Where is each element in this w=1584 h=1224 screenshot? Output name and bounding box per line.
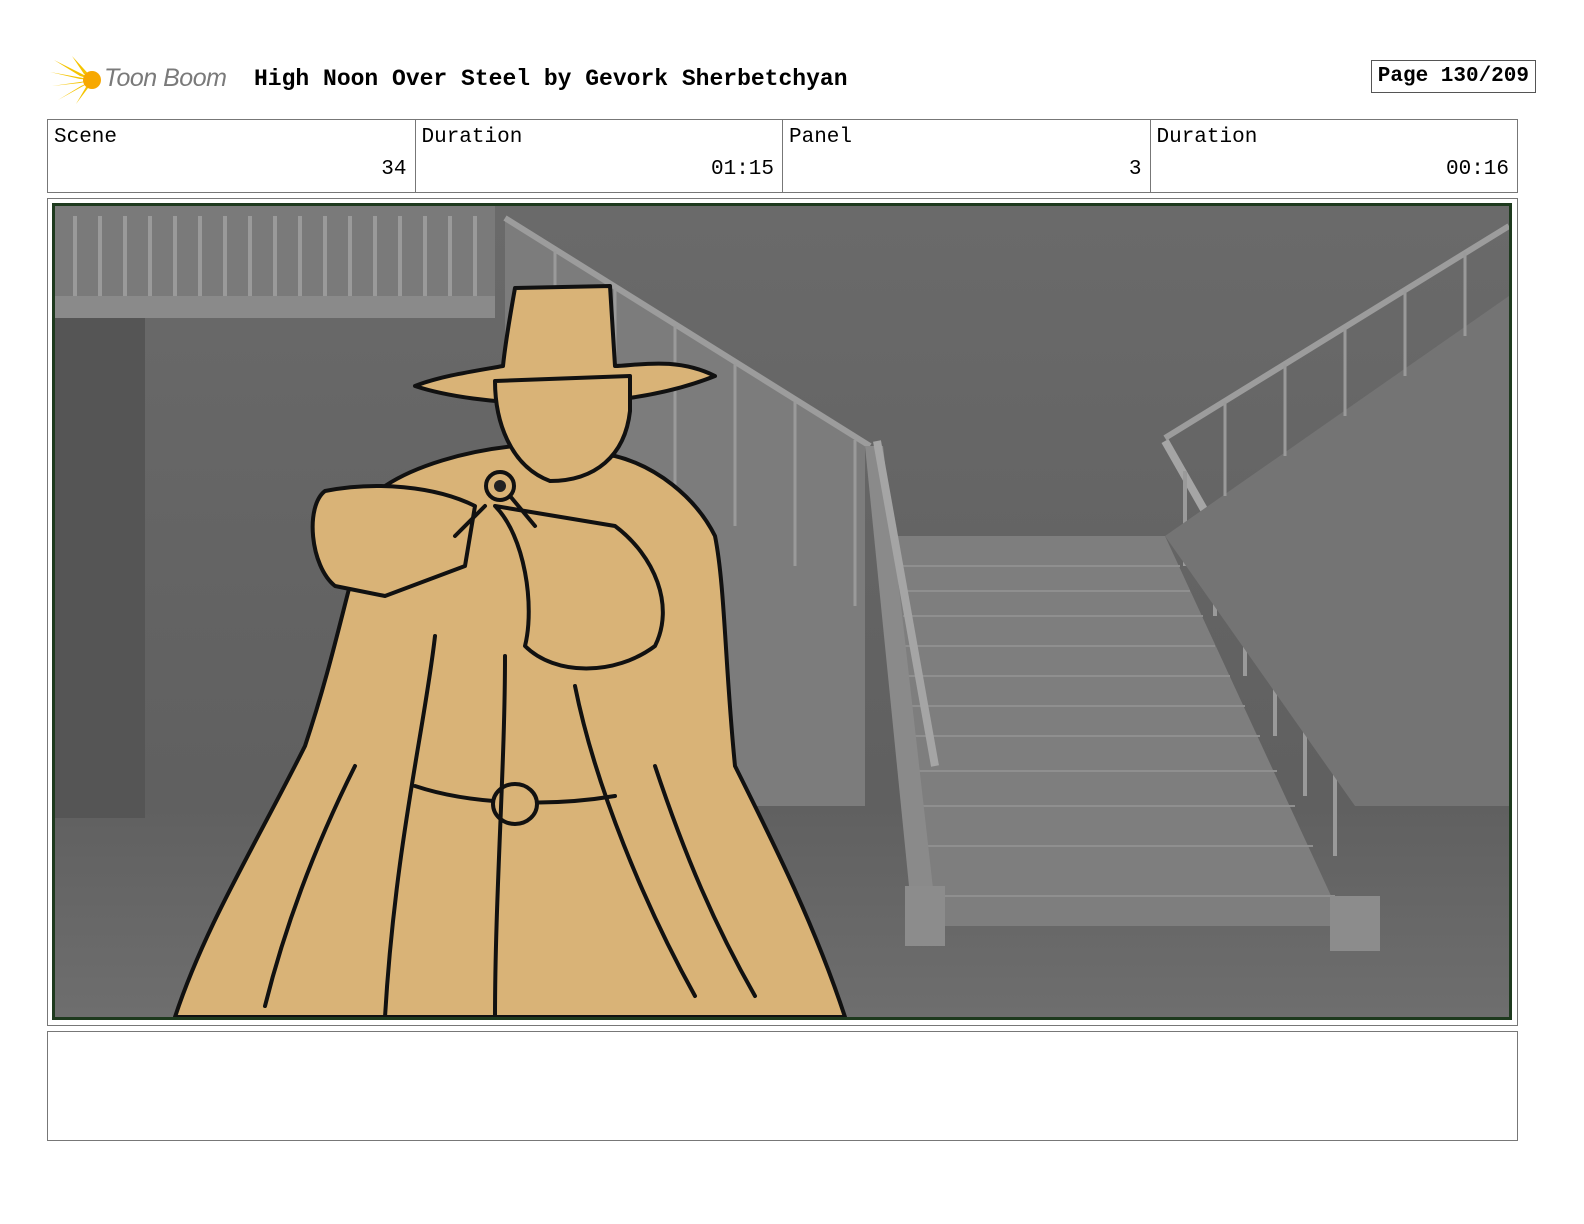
logo-text: Toon Boom [104, 64, 227, 92]
toon-boom-logo: Toon Boom [50, 54, 240, 106]
scene-info-table: Scene 34 Duration 01:15 Panel 3 Duration… [47, 119, 1518, 193]
panel-notes [47, 1031, 1518, 1141]
scene-cell: Scene 34 [48, 120, 416, 192]
panel-cell: Panel 3 [783, 120, 1151, 192]
panel-label: Panel [789, 126, 853, 149]
panel-duration-cell: Duration 00:16 [1151, 120, 1518, 192]
storyboard-panel [47, 198, 1518, 1026]
panel-duration-value: 00:16 [1445, 158, 1509, 181]
scene-label: Scene [54, 126, 118, 149]
panel-artwork [52, 203, 1512, 1020]
scene-duration-cell: Duration 01:15 [416, 120, 783, 192]
scene-duration-label: Duration [421, 126, 523, 149]
page-number: Page 130/209 [1370, 60, 1536, 93]
stairway-gunman-drawing [55, 206, 1509, 1017]
page-header: Toon Boom High Noon Over Steel by Gevork… [50, 54, 1536, 106]
starburst-icon [50, 56, 101, 104]
scene-value: 34 [381, 158, 407, 181]
scene-duration-value: 01:15 [710, 158, 774, 181]
panel-duration-label: Duration [1156, 126, 1258, 149]
panel-value: 3 [1128, 158, 1142, 181]
document-title: High Noon Over Steel by Gevork Sherbetch… [254, 66, 848, 92]
